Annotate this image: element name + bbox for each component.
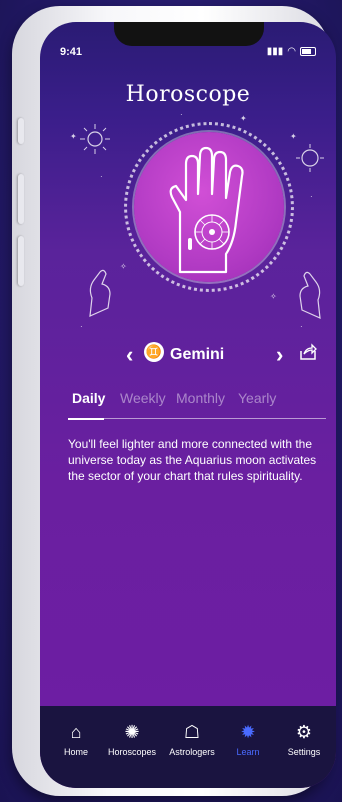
tab-yearly[interactable]: Yearly (238, 390, 276, 406)
home-icon: ⌂ (70, 722, 82, 742)
nav-label: Horoscopes (107, 747, 157, 757)
share-icon[interactable] (298, 342, 318, 362)
nav-astrologers[interactable]: ☖ Astrologers (162, 722, 222, 757)
battery-icon (300, 47, 316, 56)
tab-monthly[interactable]: Monthly (176, 390, 225, 406)
period-tabs: Daily Weekly Monthly Yearly (68, 390, 326, 420)
side-button (18, 118, 24, 144)
signal-icon: ▮▮▮ (266, 46, 284, 57)
sun-icon (80, 124, 110, 154)
horoscope-text: You'll feel lighter and more connected w… (68, 437, 317, 484)
app-screen: 9:41 ▮▮▮ ◠ ✦ · ✦ · ✧ ✧ · · · ✦ Horoscope (40, 22, 336, 788)
phone-frame: 9:41 ▮▮▮ ◠ ✦ · ✦ · ✧ ✧ · · · ✦ Horoscope (12, 6, 336, 796)
nav-settings[interactable]: ⚙ Settings (274, 722, 334, 757)
bulb-icon: ✹ (240, 722, 256, 742)
nav-label: Learn (236, 747, 260, 757)
status-time: 9:41 (60, 46, 83, 58)
nav-learn[interactable]: ✹ Learn (218, 722, 278, 757)
palm-hand-icon (169, 146, 244, 274)
tab-weekly[interactable]: Weekly (120, 390, 166, 406)
right-hand-icon (299, 271, 321, 319)
zodiac-wheel-icon: ✺ (124, 722, 140, 742)
wifi-icon: ◠ (287, 46, 296, 57)
side-button (18, 236, 24, 286)
active-tab-indicator (68, 418, 104, 420)
moon-icon (296, 144, 324, 172)
nav-label: Home (63, 747, 88, 757)
next-sign-button[interactable]: › (276, 342, 283, 368)
bottom-navigation: ⌂ Home ✺ Horoscopes ☖ Astrologers ✹ Lear… (40, 706, 336, 788)
settings-gear-icon: ⚙ (295, 722, 313, 742)
sign-name: Gemini (170, 346, 225, 363)
previous-sign-button[interactable]: ‹ (126, 342, 133, 368)
side-button (18, 174, 24, 224)
gemini-icon: ♊ (144, 342, 164, 362)
nav-horoscopes[interactable]: ✺ Horoscopes (102, 722, 162, 757)
notch (114, 22, 264, 46)
nav-home[interactable]: ⌂ Home (46, 722, 106, 757)
status-icons: ▮▮▮ ◠ (267, 46, 316, 57)
nav-label: Astrologers (169, 747, 215, 757)
astrologer-icon: ☖ (183, 722, 201, 742)
left-hand-icon (89, 269, 111, 317)
nav-label: Settings (287, 747, 321, 757)
sign-selector: ‹ ♊ Gemini › (40, 342, 336, 372)
tab-daily[interactable]: Daily (72, 390, 105, 406)
page-title: Horoscope (125, 82, 251, 107)
